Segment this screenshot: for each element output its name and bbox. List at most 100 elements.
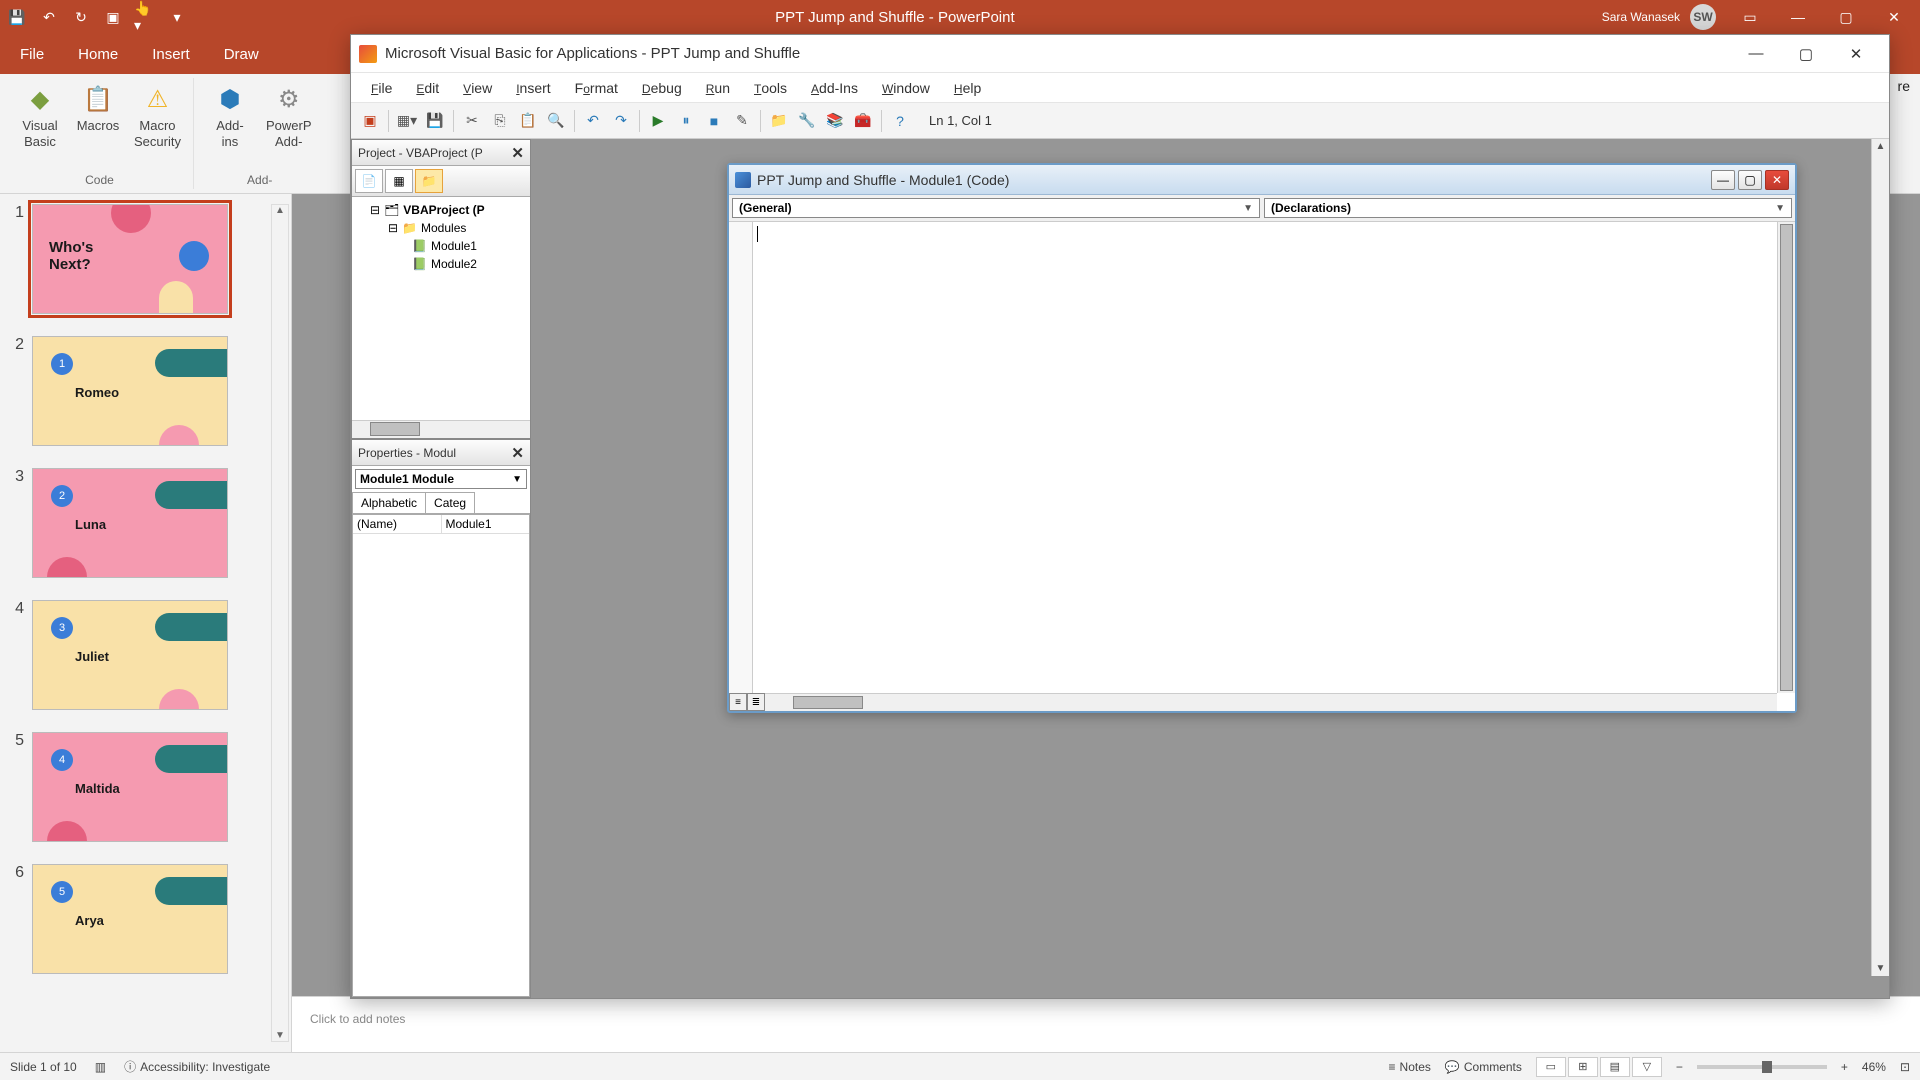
menu-edit[interactable]: Edit: [406, 76, 449, 100]
reading-view-icon[interactable]: ▤: [1600, 1057, 1630, 1077]
menu-tools[interactable]: Tools: [744, 76, 797, 100]
scroll-down-icon[interactable]: ▼: [275, 1030, 285, 1041]
sorter-view-icon[interactable]: ⊞: [1568, 1057, 1598, 1077]
code-editor[interactable]: ≡ ≣: [729, 221, 1795, 711]
close-icon[interactable]: ✕: [1765, 170, 1789, 190]
touch-icon[interactable]: 👆▾: [134, 6, 156, 28]
display-settings-icon[interactable]: ▥: [95, 1060, 106, 1074]
close-icon[interactable]: ✕: [511, 444, 524, 462]
slide-counter[interactable]: Slide 1 of 10: [10, 1060, 77, 1074]
menu-window[interactable]: Window: [872, 76, 940, 100]
full-module-view-icon[interactable]: ≣: [747, 693, 765, 711]
zoom-out-icon[interactable]: −: [1676, 1060, 1683, 1074]
design-mode-icon[interactable]: ✎: [729, 108, 755, 134]
maximize-icon[interactable]: ▢: [1738, 170, 1762, 190]
close-icon[interactable]: ✕: [1831, 37, 1881, 71]
insert-dropdown-icon[interactable]: ▦▾: [394, 108, 420, 134]
reset-icon[interactable]: ■: [701, 108, 727, 134]
save-icon[interactable]: 💾: [6, 6, 28, 28]
tab-categorized[interactable]: Categ: [425, 492, 475, 513]
tab-insert[interactable]: Insert: [138, 38, 204, 71]
notes-button[interactable]: ≡ Notes: [1389, 1060, 1431, 1074]
vertical-scrollbar[interactable]: [1777, 222, 1795, 693]
maximize-icon[interactable]: ▢: [1826, 3, 1866, 31]
object-browser-icon[interactable]: 📚: [822, 108, 848, 134]
macros-button[interactable]: 📋 Macros: [72, 80, 124, 151]
project-tree[interactable]: ⊟ 🗂 VBAProject (P ⊟ 📁 Modules 📗 Module1: [352, 197, 530, 420]
view-object-icon[interactable]: ▦: [385, 169, 413, 193]
zoom-in-icon[interactable]: +: [1841, 1060, 1848, 1074]
close-icon[interactable]: ✕: [1874, 3, 1914, 31]
redo-icon[interactable]: ↻: [70, 6, 92, 28]
minimize-icon[interactable]: —: [1731, 37, 1781, 71]
tree-module[interactable]: 📗 Module2: [356, 255, 526, 273]
tree-modules-folder[interactable]: ⊟ 📁 Modules: [356, 219, 526, 237]
object-selector[interactable]: Module1 Module ▼: [355, 469, 527, 489]
view-code-icon[interactable]: 📄: [355, 169, 383, 193]
close-icon[interactable]: ✕: [511, 144, 524, 162]
expand-icon[interactable]: ⊟: [370, 203, 380, 217]
menu-run[interactable]: Run: [696, 76, 740, 100]
procedure-combo[interactable]: (Declarations) ▼: [1264, 198, 1792, 218]
expand-icon[interactable]: ⊟: [388, 221, 398, 235]
save-icon[interactable]: 💾: [422, 108, 448, 134]
properties-icon[interactable]: 🔧: [794, 108, 820, 134]
share-button-partial[interactable]: re: [1888, 72, 1920, 100]
macro-security-button[interactable]: ⚠ Macro Security: [130, 80, 185, 151]
menu-debug[interactable]: Debug: [632, 76, 692, 100]
ribbon-options-icon[interactable]: ▭: [1730, 3, 1770, 31]
tab-file[interactable]: File: [6, 38, 58, 71]
visual-basic-button[interactable]: ◆ Visual Basic: [14, 80, 66, 151]
slide-2[interactable]: 1 Romeo: [32, 336, 228, 446]
slide-thumbnail[interactable]: 4 3 Juliet: [4, 598, 287, 712]
tree-project[interactable]: ⊟ 🗂 VBAProject (P: [356, 201, 526, 219]
scroll-up-icon[interactable]: ▲: [275, 205, 285, 216]
project-pane-title[interactable]: Project - VBAProject (P ✕: [352, 140, 530, 166]
properties-pane-title[interactable]: Properties - Modul ✕: [352, 440, 530, 466]
slide-thumbnail[interactable]: 1 Who's Next?: [4, 202, 287, 316]
break-icon[interactable]: ⏸: [673, 108, 699, 134]
project-explorer-icon[interactable]: 📁: [766, 108, 792, 134]
properties-grid[interactable]: (Name) Module1: [352, 514, 530, 997]
paste-icon[interactable]: 📋: [515, 108, 541, 134]
find-icon[interactable]: 🔍: [543, 108, 569, 134]
project-scrollbar[interactable]: [352, 420, 530, 438]
property-value[interactable]: Module1: [442, 515, 530, 533]
menu-insert[interactable]: Insert: [506, 76, 560, 100]
scroll-down-icon[interactable]: ▼: [1874, 961, 1888, 976]
run-icon[interactable]: ▶: [645, 108, 671, 134]
procedure-view-icon[interactable]: ≡: [729, 693, 747, 711]
slide-3[interactable]: 2 Luna: [32, 468, 228, 578]
zoom-level[interactable]: 46%: [1862, 1060, 1886, 1074]
slides-panel[interactable]: 1 Who's Next? 2 1 Romeo 3 2: [0, 194, 292, 1052]
menu-file[interactable]: File: [361, 76, 402, 100]
slide-thumbnail[interactable]: 5 4 Maltida: [4, 730, 287, 844]
addins-button[interactable]: ⬢ Add- ins: [204, 80, 256, 151]
undo-icon[interactable]: ↶: [580, 108, 606, 134]
undo-icon[interactable]: ↶: [38, 6, 60, 28]
code-text[interactable]: [757, 226, 758, 246]
menu-help[interactable]: Help: [944, 76, 991, 100]
powerpoint-addins-button[interactable]: ⚙ PowerP Add-: [262, 80, 316, 151]
qat-more-icon[interactable]: ▾: [166, 6, 188, 28]
maximize-icon[interactable]: ▢: [1781, 37, 1831, 71]
user-area[interactable]: Sara Wanasek SW: [1602, 4, 1716, 30]
menu-addins[interactable]: Add-Ins: [801, 76, 868, 100]
minimize-icon[interactable]: —: [1778, 3, 1818, 31]
comments-button[interactable]: 💬 Comments: [1445, 1060, 1522, 1074]
vba-titlebar[interactable]: Microsoft Visual Basic for Applications …: [351, 35, 1889, 73]
menu-format[interactable]: Format: [565, 76, 628, 100]
redo-icon[interactable]: ↷: [608, 108, 634, 134]
slide-4[interactable]: 3 Juliet: [32, 600, 228, 710]
tab-draw[interactable]: Draw: [210, 38, 273, 71]
scroll-up-icon[interactable]: ▲: [1874, 139, 1888, 154]
minimize-icon[interactable]: —: [1711, 170, 1735, 190]
slideshow-view-icon[interactable]: ▽: [1632, 1057, 1662, 1077]
view-ppt-icon[interactable]: ▣: [357, 108, 383, 134]
toggle-folders-icon[interactable]: 📁: [415, 169, 443, 193]
code-titlebar[interactable]: PPT Jump and Shuffle - Module1 (Code) — …: [729, 165, 1795, 195]
tab-home[interactable]: Home: [64, 38, 132, 71]
notes-pane[interactable]: Click to add notes: [292, 996, 1920, 1052]
present-icon[interactable]: ▣: [102, 6, 124, 28]
slide-thumbnail[interactable]: 3 2 Luna: [4, 466, 287, 580]
